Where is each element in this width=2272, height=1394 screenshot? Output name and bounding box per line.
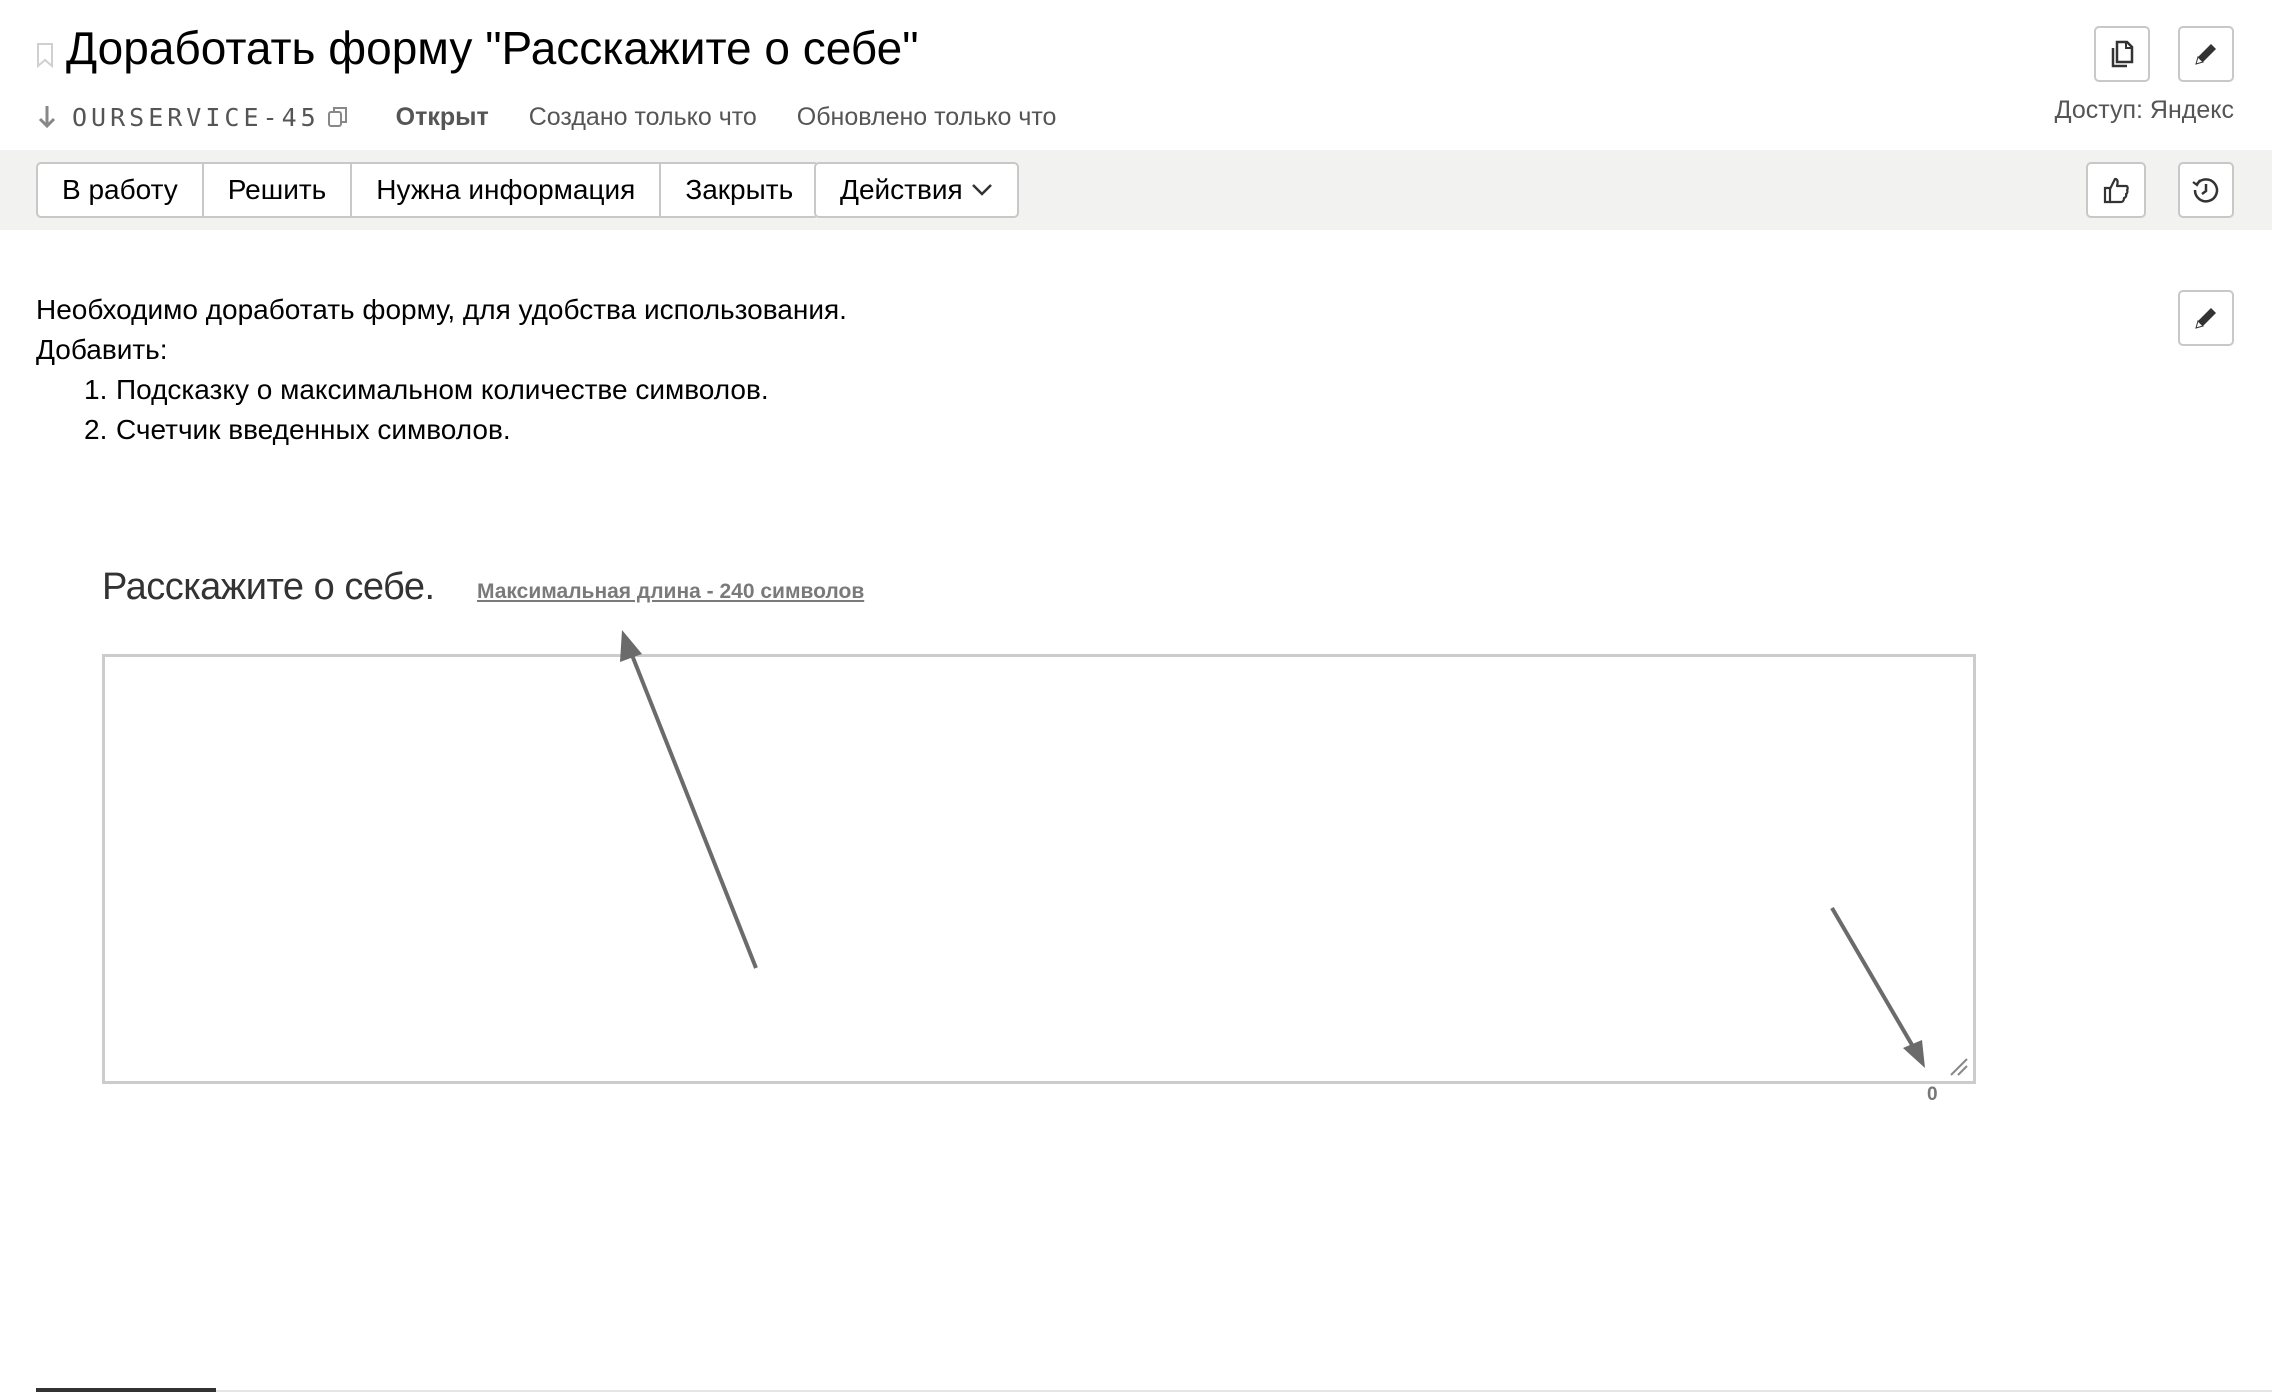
bottom-divider [36,1390,2272,1392]
need-info-button[interactable]: Нужна информация [352,164,662,216]
resolve-button[interactable]: Решить [203,164,353,216]
clone-button[interactable] [2094,26,2150,82]
down-arrow-icon[interactable] [36,104,58,130]
close-button[interactable]: Закрыть [661,164,818,216]
list-item: 2. Счетчик введенных символов. [84,410,847,450]
transition-button-group: В работу Решить Нужна информация Закрыть [36,162,820,218]
thumbs-up-icon [2103,177,2129,204]
actions-label: Действия [840,174,963,205]
pencil-icon [2195,308,2216,329]
description-line: Необходимо доработать форму, для удобств… [36,294,847,325]
created-timestamp: Создано только что [528,102,757,131]
resize-handle-icon [1950,1058,1968,1076]
like-button[interactable] [2086,162,2146,218]
bookmark-icon[interactable] [36,42,54,68]
page-title: Доработать форму "Расскажите о себе" [66,22,919,74]
history-icon [2192,178,2219,203]
pencil-icon [2195,44,2216,65]
issue-description: Необходимо доработать форму, для удобств… [36,290,847,450]
start-progress-button[interactable]: В работу [38,164,204,216]
issue-toolbar: В работу Решить Нужна информация Закрыть… [0,150,2272,230]
status-badge[interactable]: Открыт [396,103,489,132]
mockup-char-counter: 0 [1927,1084,1938,1105]
description-line: Добавить: [36,334,168,365]
copy-icon[interactable] [326,104,350,130]
clone-icon [2111,40,2134,68]
chevron-down-icon [971,184,992,196]
list-item-number: 2. [84,414,108,445]
edit-description-button[interactable] [2178,290,2234,346]
updated-timestamp: Обновлено только что [796,102,1057,131]
list-item-text: Подсказку о максимальном количестве симв… [116,374,769,405]
list-item: 1. Подсказку о максимальном количестве си… [84,370,847,410]
mockup-textarea [102,654,1976,1084]
bottom-tab-indicator [36,1388,216,1392]
list-item-text: Счетчик введенных символов. [116,414,511,445]
issue-meta-row: OURSERVICE-45 Открыт Создано только что … [36,98,1056,136]
list-item-number: 1. [84,374,108,405]
actions-dropdown[interactable]: Действия [814,162,1019,218]
description-list: 1. Подсказку о максимальном количестве си… [36,370,847,450]
history-button[interactable] [2178,162,2234,218]
access-info[interactable]: Доступ: Яндекс [2055,96,2234,125]
edit-title-button[interactable] [2178,26,2234,82]
mockup-max-length-hint: Максимальная длина - 240 символов [477,580,865,603]
issue-key[interactable]: OURSERVICE-45 [72,103,320,132]
mockup-form-title: Расскажите о себе. [102,566,435,608]
